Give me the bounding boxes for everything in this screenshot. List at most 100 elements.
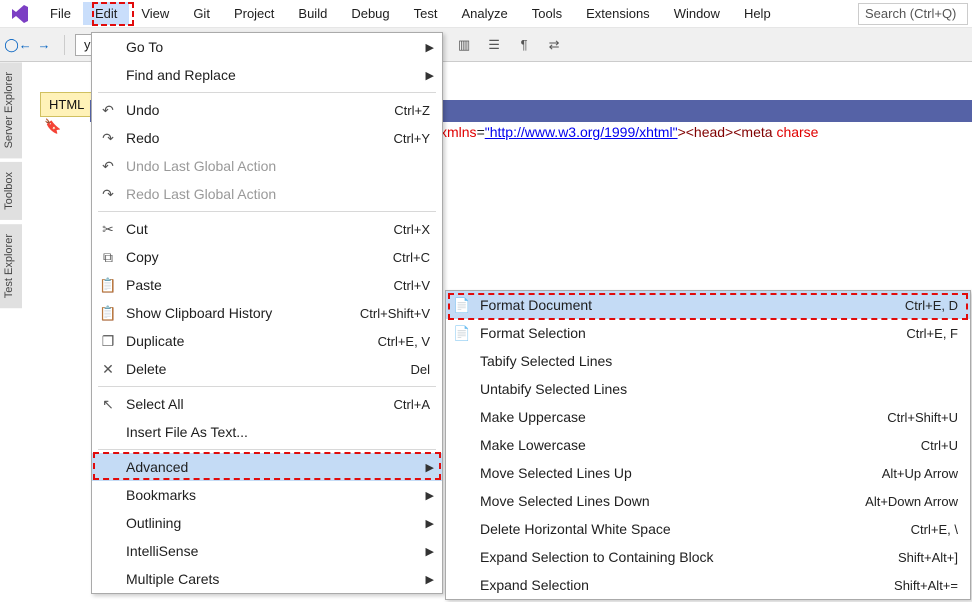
menu-test[interactable]: Test: [402, 2, 450, 25]
menu-item-intellisense[interactable]: IntelliSense▶: [92, 537, 442, 565]
sidetab-toolbox[interactable]: Toolbox: [0, 162, 22, 220]
menu-item-redo[interactable]: ↷RedoCtrl+Y: [92, 124, 442, 152]
toolbar-icon[interactable]: ▥: [454, 35, 474, 55]
menu-help[interactable]: Help: [732, 2, 783, 25]
toolbar-icon[interactable]: ☰: [484, 35, 504, 55]
menu-item-label: Outlining: [126, 515, 430, 531]
menu-item-label: Expand Selection to Containing Block: [480, 549, 868, 565]
menu-item-label: Delete: [126, 361, 380, 377]
menu-item-duplicate[interactable]: ❐ DuplicateCtrl+E, V: [92, 327, 442, 355]
menu-item-insert-file-as-text-[interactable]: Insert File As Text...: [92, 418, 442, 446]
search-placeholder: Search (Ctrl+Q): [865, 6, 956, 21]
menu-item-expand-selection-to-containing-block[interactable]: Expand Selection to Containing BlockShif…: [446, 543, 970, 571]
format-doc-icon: 📄: [452, 297, 472, 314]
menu-item-label: Show Clipboard History: [126, 305, 330, 321]
menu-item-label: Multiple Carets: [126, 571, 430, 587]
document-tab[interactable]: HTML: [40, 92, 93, 117]
menu-item-label: Find and Replace: [126, 67, 430, 83]
menu-item-multiple-carets[interactable]: Multiple Carets▶: [92, 565, 442, 593]
menu-item-copy[interactable]: ⧉CopyCtrl+C: [92, 243, 442, 271]
submenu-arrow-icon: ▶: [426, 41, 434, 54]
doctab-label: HTML: [49, 97, 84, 112]
redo-icon: ↷: [98, 130, 118, 147]
menu-extensions-label: Extensions: [586, 6, 650, 21]
menu-item-go-to[interactable]: Go To▶: [92, 33, 442, 61]
menu-item-format-selection[interactable]: 📄Format SelectionCtrl+E, F: [446, 319, 970, 347]
menu-window[interactable]: Window: [662, 2, 732, 25]
sidetab-label: Server Explorer: [3, 72, 15, 148]
menu-item-shortcut: Shift+Alt+=: [864, 578, 958, 593]
menu-item-label: Go To: [126, 39, 430, 55]
menu-item-tabify-selected-lines[interactable]: Tabify Selected Lines: [446, 347, 970, 375]
sidetab-label: Toolbox: [3, 172, 15, 210]
menu-item-label: Cut: [126, 221, 364, 237]
menu-item-outlining[interactable]: Outlining▶: [92, 509, 442, 537]
menu-item-shortcut: Ctrl+V: [364, 278, 430, 293]
menu-item-label: Insert File As Text...: [126, 424, 430, 440]
menu-view[interactable]: View: [129, 2, 181, 25]
menu-item-label: Duplicate: [126, 333, 348, 349]
menu-item-label: Move Selected Lines Up: [480, 465, 852, 481]
menu-item-delete[interactable]: ✕ DeleteDel: [92, 355, 442, 383]
menu-extensions[interactable]: Extensions: [574, 2, 662, 25]
menu-item-shortcut: Ctrl+X: [364, 222, 430, 237]
menu-item-format-document[interactable]: 📄Format DocumentCtrl+E, D: [446, 291, 970, 319]
edit-dropdown-menu: Go To▶Find and Replace▶↶UndoCtrl+Z↷RedoC…: [91, 32, 443, 594]
menu-item-move-selected-lines-down[interactable]: Move Selected Lines DownAlt+Down Arrow: [446, 487, 970, 515]
menu-git[interactable]: Git: [181, 2, 222, 25]
menu-item-shortcut: Ctrl+Z: [364, 103, 430, 118]
menu-item-label: Format Selection: [480, 325, 876, 341]
menu-item-find-and-replace[interactable]: Find and Replace▶: [92, 61, 442, 89]
copy-icon: ⧉: [98, 249, 118, 266]
menu-item-cut[interactable]: ✂CutCtrl+X: [92, 215, 442, 243]
menu-item-shortcut: Ctrl+E, \: [881, 522, 958, 537]
paste-icon: 📋: [98, 277, 118, 294]
nav-forward-icon[interactable]: →: [34, 35, 54, 55]
select-all-icon: ↖: [98, 396, 118, 413]
menu-item-label: Delete Horizontal White Space: [480, 521, 881, 537]
sidetab-test-explorer[interactable]: Test Explorer: [0, 224, 22, 308]
menu-item-label: Tabify Selected Lines: [480, 353, 958, 369]
menu-item-bookmarks[interactable]: Bookmarks▶: [92, 481, 442, 509]
menu-file[interactable]: File: [38, 2, 83, 25]
menu-item-undo[interactable]: ↶UndoCtrl+Z: [92, 96, 442, 124]
menu-item-make-lowercase[interactable]: Make LowercaseCtrl+U: [446, 431, 970, 459]
menu-item-label: Move Selected Lines Down: [480, 493, 835, 509]
sidetab-server-explorer[interactable]: Server Explorer: [0, 62, 22, 158]
menu-item-untabify-selected-lines[interactable]: Untabify Selected Lines: [446, 375, 970, 403]
menu-edit[interactable]: Edit: [83, 2, 129, 25]
menu-edit-label: Edit: [95, 6, 117, 21]
code-string: "http://www.w3.org/1999/xhtml": [485, 124, 678, 140]
menu-item-label: Undo: [126, 102, 364, 118]
menu-item-redo-last-global-action: ↷Redo Last Global Action: [92, 180, 442, 208]
menu-tools[interactable]: Tools: [520, 2, 574, 25]
menu-item-label: Select All: [126, 396, 364, 412]
menu-item-show-clipboard-history[interactable]: 📋Show Clipboard HistoryCtrl+Shift+V: [92, 299, 442, 327]
menu-item-paste[interactable]: 📋 PasteCtrl+V: [92, 271, 442, 299]
bookmark-icon[interactable]: 🔖: [44, 118, 61, 135]
menu-item-shortcut: Ctrl+E, D: [875, 298, 958, 313]
menu-project[interactable]: Project: [222, 2, 286, 25]
menu-project-label: Project: [234, 6, 274, 21]
menu-item-shortcut: Ctrl+Shift+U: [857, 410, 958, 425]
menu-item-select-all[interactable]: ↖Select AllCtrl+A: [92, 390, 442, 418]
menu-item-make-uppercase[interactable]: Make UppercaseCtrl+Shift+U: [446, 403, 970, 431]
menu-item-shortcut: Alt+Up Arrow: [852, 466, 958, 481]
menu-item-label: Paste: [126, 277, 364, 293]
duplicate-icon: ❐: [98, 333, 118, 350]
menu-debug[interactable]: Debug: [339, 2, 401, 25]
toolbar-icon[interactable]: ¶: [514, 35, 534, 55]
menu-analyze[interactable]: Analyze: [449, 2, 519, 25]
menu-item-delete-horizontal-white-space[interactable]: Delete Horizontal White SpaceCtrl+E, \: [446, 515, 970, 543]
toolbar-icon[interactable]: ⇄: [544, 35, 564, 55]
code-attr: xmlns: [440, 124, 477, 140]
search-input[interactable]: Search (Ctrl+Q): [858, 3, 968, 25]
nav-back-icon[interactable]: ◯←: [8, 35, 28, 55]
menu-item-expand-selection[interactable]: Expand SelectionShift+Alt+=: [446, 571, 970, 599]
menu-item-shortcut: Ctrl+E, V: [348, 334, 430, 349]
menu-item-shortcut: Del: [380, 362, 430, 377]
delete-icon: ✕: [98, 361, 118, 378]
menu-build[interactable]: Build: [286, 2, 339, 25]
menu-item-move-selected-lines-up[interactable]: Move Selected Lines UpAlt+Up Arrow: [446, 459, 970, 487]
menu-item-advanced[interactable]: Advanced▶: [92, 453, 442, 481]
